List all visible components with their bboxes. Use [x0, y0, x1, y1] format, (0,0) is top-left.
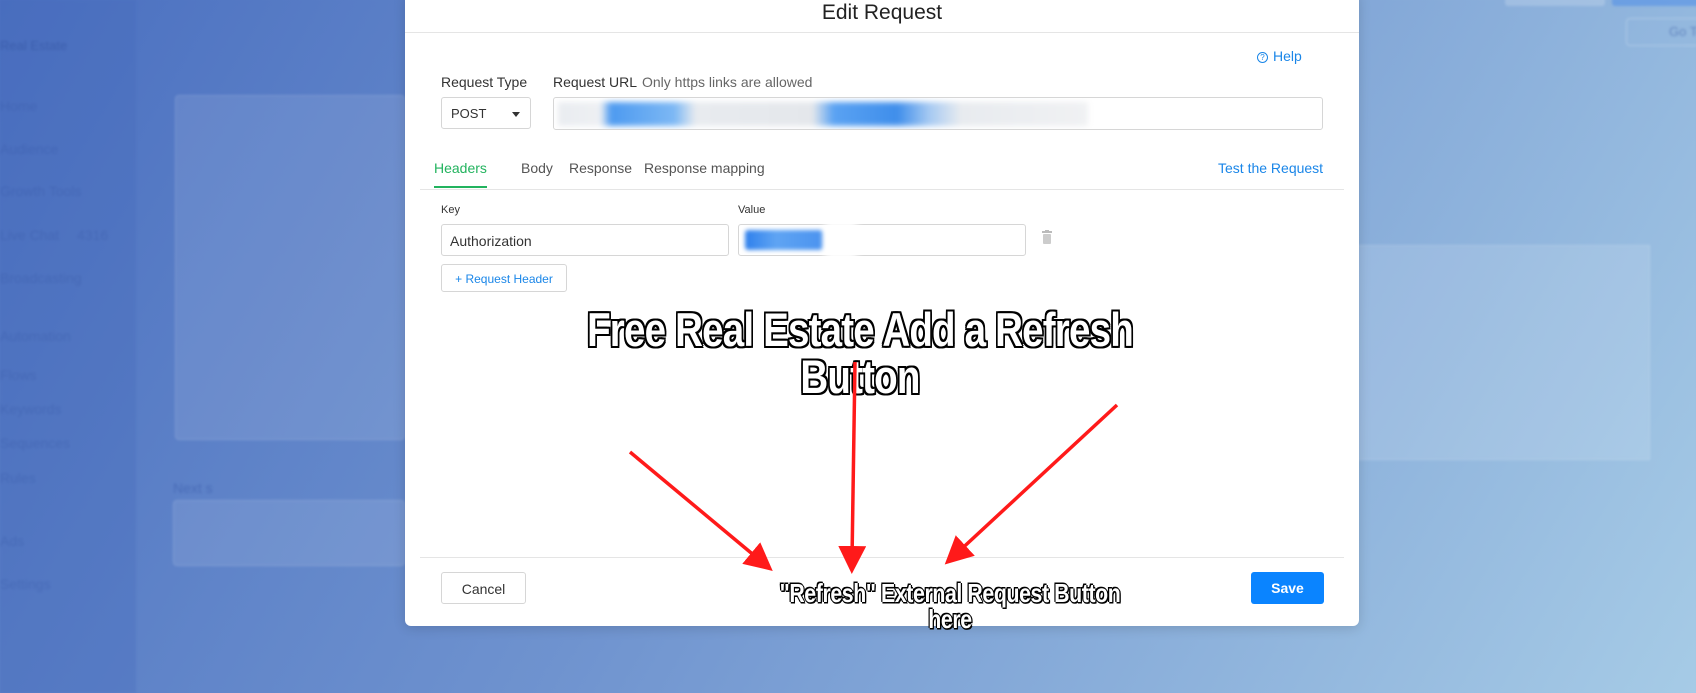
- arrow-right: [944, 403, 1119, 565]
- arrow-left: [628, 450, 773, 571]
- arrow-middle: [838, 361, 867, 574]
- annotation-subtitle: "Refresh" External Request Button here: [779, 578, 1121, 634]
